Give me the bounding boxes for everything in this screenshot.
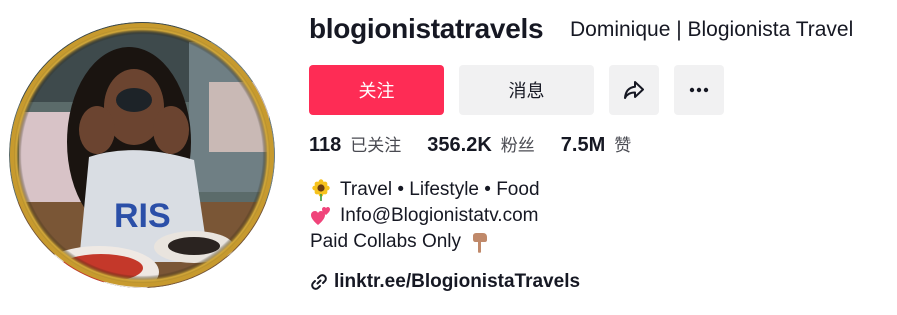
avatar[interactable]: RIS: [9, 22, 275, 288]
pointing-down-hand-icon: [473, 233, 488, 253]
bio-line: Travel • Lifestyle • Food: [310, 177, 540, 203]
profile-stats: 118 已关注 356.2K 粉丝 7.5M 赞: [309, 131, 657, 157]
more-button[interactable]: [674, 65, 724, 115]
stat-likes: 7.5M 赞: [561, 131, 631, 157]
username: blogionistatravels: [309, 13, 544, 44]
stat-following[interactable]: 118 已关注: [309, 131, 401, 157]
more-icon: [689, 87, 709, 93]
profile-header: RIS blogionistatravels Dominique | Blogi…: [0, 0, 897, 315]
stat-label: 赞: [614, 136, 632, 156]
stat-value: 118: [309, 134, 342, 156]
share-button[interactable]: [609, 65, 659, 115]
bio-text: Info@Blogionistatv.com: [340, 205, 539, 226]
bio-line: Paid Collabs Only: [310, 229, 540, 255]
stat-value: 356.2K: [427, 134, 492, 156]
profile-link[interactable]: linktr.ee/BlogionistaTravels: [310, 271, 580, 293]
share-icon: [624, 81, 644, 99]
display-name: Dominique | Blogionista Travel: [570, 18, 854, 41]
bio-text: Paid Collabs Only: [310, 231, 462, 252]
bio-line: Info@Blogionistatv.com: [310, 203, 540, 229]
stat-value: 7.5M: [560, 134, 606, 156]
stat-followers[interactable]: 356.2K 粉丝: [427, 131, 535, 157]
link-icon: [311, 274, 327, 290]
sunflower-icon: [312, 179, 330, 201]
message-button[interactable]: 消息: [459, 65, 594, 115]
follow-button[interactable]: 关注: [309, 65, 444, 115]
stat-label: 粉丝: [500, 136, 535, 156]
bio-text: Travel • Lifestyle • Food: [340, 179, 540, 200]
profile-photo: RIS: [9, 22, 275, 288]
stat-label: 已关注: [350, 136, 402, 156]
two-hearts-icon: [311, 207, 330, 225]
profile-link-text: linktr.ee/BlogionistaTravels: [334, 271, 581, 292]
bio: Travel • Lifestyle • Food Info@Blogionis…: [310, 177, 540, 255]
